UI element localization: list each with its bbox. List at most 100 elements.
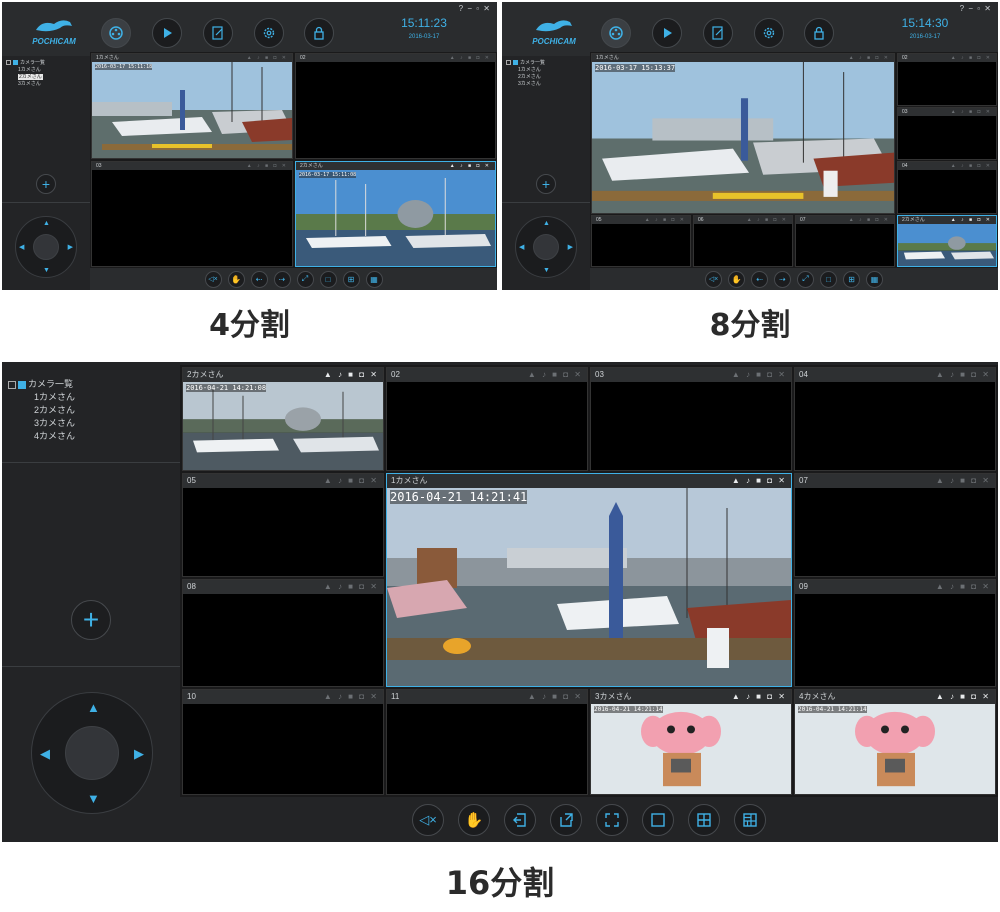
tile-controls[interactable]: ▲ ♪ ■ ◘ ✕ — [324, 474, 379, 488]
down-arrow-icon[interactable]: ▼ — [43, 267, 50, 274]
tile-controls[interactable]: ▲ ♪ ■ ◘ ✕ — [732, 368, 787, 382]
tree-item[interactable]: 3カメさん — [6, 81, 45, 88]
tile-controls[interactable]: ▲ ♪ ■ ◘ ✕ — [247, 162, 288, 170]
tree-item[interactable]: 3カメさん — [506, 81, 545, 88]
settings-button[interactable] — [254, 18, 284, 48]
tree-item[interactable]: 3カメさん — [8, 417, 75, 430]
fullscreen-button[interactable] — [596, 804, 628, 836]
playback-button[interactable] — [152, 18, 182, 48]
add-camera-button[interactable]: + — [36, 174, 56, 194]
single-view-button[interactable]: □ — [319, 270, 337, 288]
up-arrow-icon[interactable]: ▲ — [543, 220, 550, 227]
tile-controls[interactable]: ▲ ♪ ■ ◘ ✕ — [247, 54, 288, 62]
four-split-button[interactable] — [688, 804, 720, 836]
video-tile[interactable]: 1カメさん ▲ ♪ ■ ◘ ✕ 2016-03-17 15:13:37 — [591, 53, 895, 214]
tree-item[interactable]: 2カメさん — [506, 74, 545, 81]
video-tile[interactable]: 1カメさん ▲ ♪ ■ ◘ ✕ 2016-04-21 14:21:41 — [386, 473, 792, 687]
fullscreen-button[interactable]: ⤢ — [296, 270, 314, 288]
video-tile[interactable]: 07 ▲ ♪ ■ ◘ ✕ — [795, 215, 895, 267]
hand-button[interactable]: ✋ — [728, 270, 745, 288]
tile-controls[interactable]: ▲ ♪ ■ ◘ ✕ — [732, 690, 787, 704]
video-tile[interactable]: 3カメさん ▲ ♪ ■ ◘ ✕ 2016-04-21 14:21:14 — [590, 689, 792, 795]
video-tile[interactable]: 03 ▲ ♪ ■ ◘ ✕ — [91, 161, 293, 267]
tile-controls[interactable]: ▲ ♪ ■ ◘ ✕ — [951, 162, 992, 170]
tile-controls[interactable]: ▲ ♪ ■ ◘ ✕ — [951, 108, 992, 116]
video-tile[interactable]: 07 ▲ ♪ ■ ◘ ✕ — [794, 473, 996, 577]
export-button[interactable] — [550, 804, 582, 836]
import-button[interactable]: ⇠ — [250, 270, 268, 288]
video-tile[interactable]: 02 ▲ ♪ ■ ◘ ✕ — [295, 53, 496, 159]
add-camera-button[interactable]: + — [71, 600, 111, 640]
window-controls[interactable]: ? − ▫ ✕ — [459, 4, 491, 13]
ptz-control[interactable]: ▲ ▼ ◀ ▶ — [31, 692, 153, 814]
down-arrow-icon[interactable]: ▼ — [87, 792, 100, 805]
add-camera-button[interactable]: + — [536, 174, 556, 194]
video-tile[interactable]: 08 ▲ ♪ ■ ◘ ✕ — [182, 579, 384, 687]
video-tile[interactable]: 1カメさん ▲ ♪ ■ ◘ ✕ 2016-03-17 15:11:18 — [91, 53, 293, 159]
video-tile[interactable]: 2カメさん ▲ ♪ ■ ◘ ✕ 2016-04-21 14:21:08 — [182, 367, 384, 471]
fullscreen-button[interactable]: ⤢ — [797, 270, 814, 288]
tile-controls[interactable]: ▲ ♪ ■ ◘ ✕ — [936, 690, 991, 704]
video-tile[interactable]: 2カメさん ▲ ♪ ■ ◘ ✕ 2016-03-17 15:11:08 — [295, 161, 496, 267]
camera-view-button[interactable] — [101, 18, 131, 48]
tree-item[interactable]: 4カメさん — [8, 430, 75, 443]
tree-item[interactable]: 2カメさん — [6, 74, 45, 81]
video-tile[interactable]: 03 ▲ ♪ ■ ◘ ✕ — [590, 367, 792, 471]
tile-controls[interactable]: ▲ ♪ ■ ◘ ✕ — [528, 690, 583, 704]
single-view-button[interactable]: □ — [820, 270, 837, 288]
video-tile[interactable]: 05 ▲ ♪ ■ ◘ ✕ — [591, 215, 691, 267]
tile-controls[interactable]: ▲ ♪ ■ ◘ ✕ — [324, 368, 379, 382]
tree-root[interactable]: カメラ一覧 — [506, 60, 545, 67]
multi-split-button[interactable]: ▦ — [866, 270, 883, 288]
tile-controls[interactable]: ▲ ♪ ■ ◘ ✕ — [951, 216, 992, 224]
tile-controls[interactable]: ▲ ♪ ■ ◘ ✕ — [849, 216, 890, 224]
up-arrow-icon[interactable]: ▲ — [87, 701, 100, 714]
import-button[interactable] — [504, 804, 536, 836]
video-tile[interactable]: 02 ▲ ♪ ■ ◘ ✕ — [897, 53, 997, 106]
export-button[interactable]: ⇢ — [774, 270, 791, 288]
four-split-button[interactable]: ⊞ — [843, 270, 860, 288]
tree-root[interactable]: カメラ一覧 — [8, 378, 75, 391]
video-tile[interactable]: 09 ▲ ♪ ■ ◘ ✕ — [794, 579, 996, 687]
log-button[interactable] — [203, 18, 233, 48]
tree-item[interactable]: 1カメさん — [6, 67, 45, 74]
right-arrow-icon[interactable]: ▶ — [134, 747, 144, 760]
tree-item[interactable]: 1カメさん — [8, 391, 75, 404]
left-arrow-icon[interactable]: ◀ — [40, 747, 50, 760]
video-tile[interactable]: 10 ▲ ♪ ■ ◘ ✕ — [182, 689, 384, 795]
video-tile[interactable]: 4カメさん ▲ ♪ ■ ◘ ✕ 2016-04-21 14:21:14 — [794, 689, 996, 795]
mute-button[interactable]: ◁× — [204, 270, 222, 288]
lock-button[interactable] — [804, 18, 834, 48]
left-arrow-icon[interactable]: ◀ — [19, 244, 24, 251]
tree-item[interactable]: 1カメさん — [506, 67, 545, 74]
ptz-control[interactable]: ▲ ▼ ◀ ▶ — [515, 216, 577, 278]
tile-controls[interactable]: ▲ ♪ ■ ◘ ✕ — [732, 474, 787, 488]
video-tile[interactable]: 04 ▲ ♪ ■ ◘ ✕ — [794, 367, 996, 471]
tile-controls[interactable]: ▲ ♪ ■ ◘ ✕ — [645, 216, 686, 224]
tile-controls[interactable]: ▲ ♪ ■ ◘ ✕ — [324, 690, 379, 704]
import-button[interactable]: ⇠ — [751, 270, 768, 288]
lock-button[interactable] — [304, 18, 334, 48]
tree-item[interactable]: 2カメさん — [8, 404, 75, 417]
tree-root[interactable]: カメラ一覧 — [6, 60, 45, 67]
up-arrow-icon[interactable]: ▲ — [43, 220, 50, 227]
video-tile[interactable]: 05 ▲ ♪ ■ ◘ ✕ — [182, 473, 384, 577]
video-tile[interactable]: 03 ▲ ♪ ■ ◘ ✕ — [897, 107, 997, 160]
settings-button[interactable] — [754, 18, 784, 48]
mute-button[interactable]: ◁× — [705, 270, 722, 288]
tile-controls[interactable]: ▲ ♪ ■ ◘ ✕ — [450, 54, 491, 62]
multi-split-button[interactable]: ▦ — [365, 270, 383, 288]
video-tile[interactable]: 04 ▲ ♪ ■ ◘ ✕ — [897, 161, 997, 214]
left-arrow-icon[interactable]: ◀ — [519, 244, 524, 251]
log-button[interactable] — [703, 18, 733, 48]
video-tile[interactable]: 02 ▲ ♪ ■ ◘ ✕ — [386, 367, 588, 471]
ptz-control[interactable]: ▲ ▼ ◀ ▶ — [15, 216, 77, 278]
video-tile[interactable]: 06 ▲ ♪ ■ ◘ ✕ — [693, 215, 793, 267]
single-view-button[interactable] — [642, 804, 674, 836]
tile-controls[interactable]: ▲ ♪ ■ ◘ ✕ — [849, 54, 890, 62]
mute-button[interactable]: ◁× — [412, 804, 444, 836]
right-arrow-icon[interactable]: ▶ — [68, 244, 73, 251]
video-tile[interactable]: 11 ▲ ♪ ■ ◘ ✕ — [386, 689, 588, 795]
tile-controls[interactable]: ▲ ♪ ■ ◘ ✕ — [747, 216, 788, 224]
down-arrow-icon[interactable]: ▼ — [543, 267, 550, 274]
